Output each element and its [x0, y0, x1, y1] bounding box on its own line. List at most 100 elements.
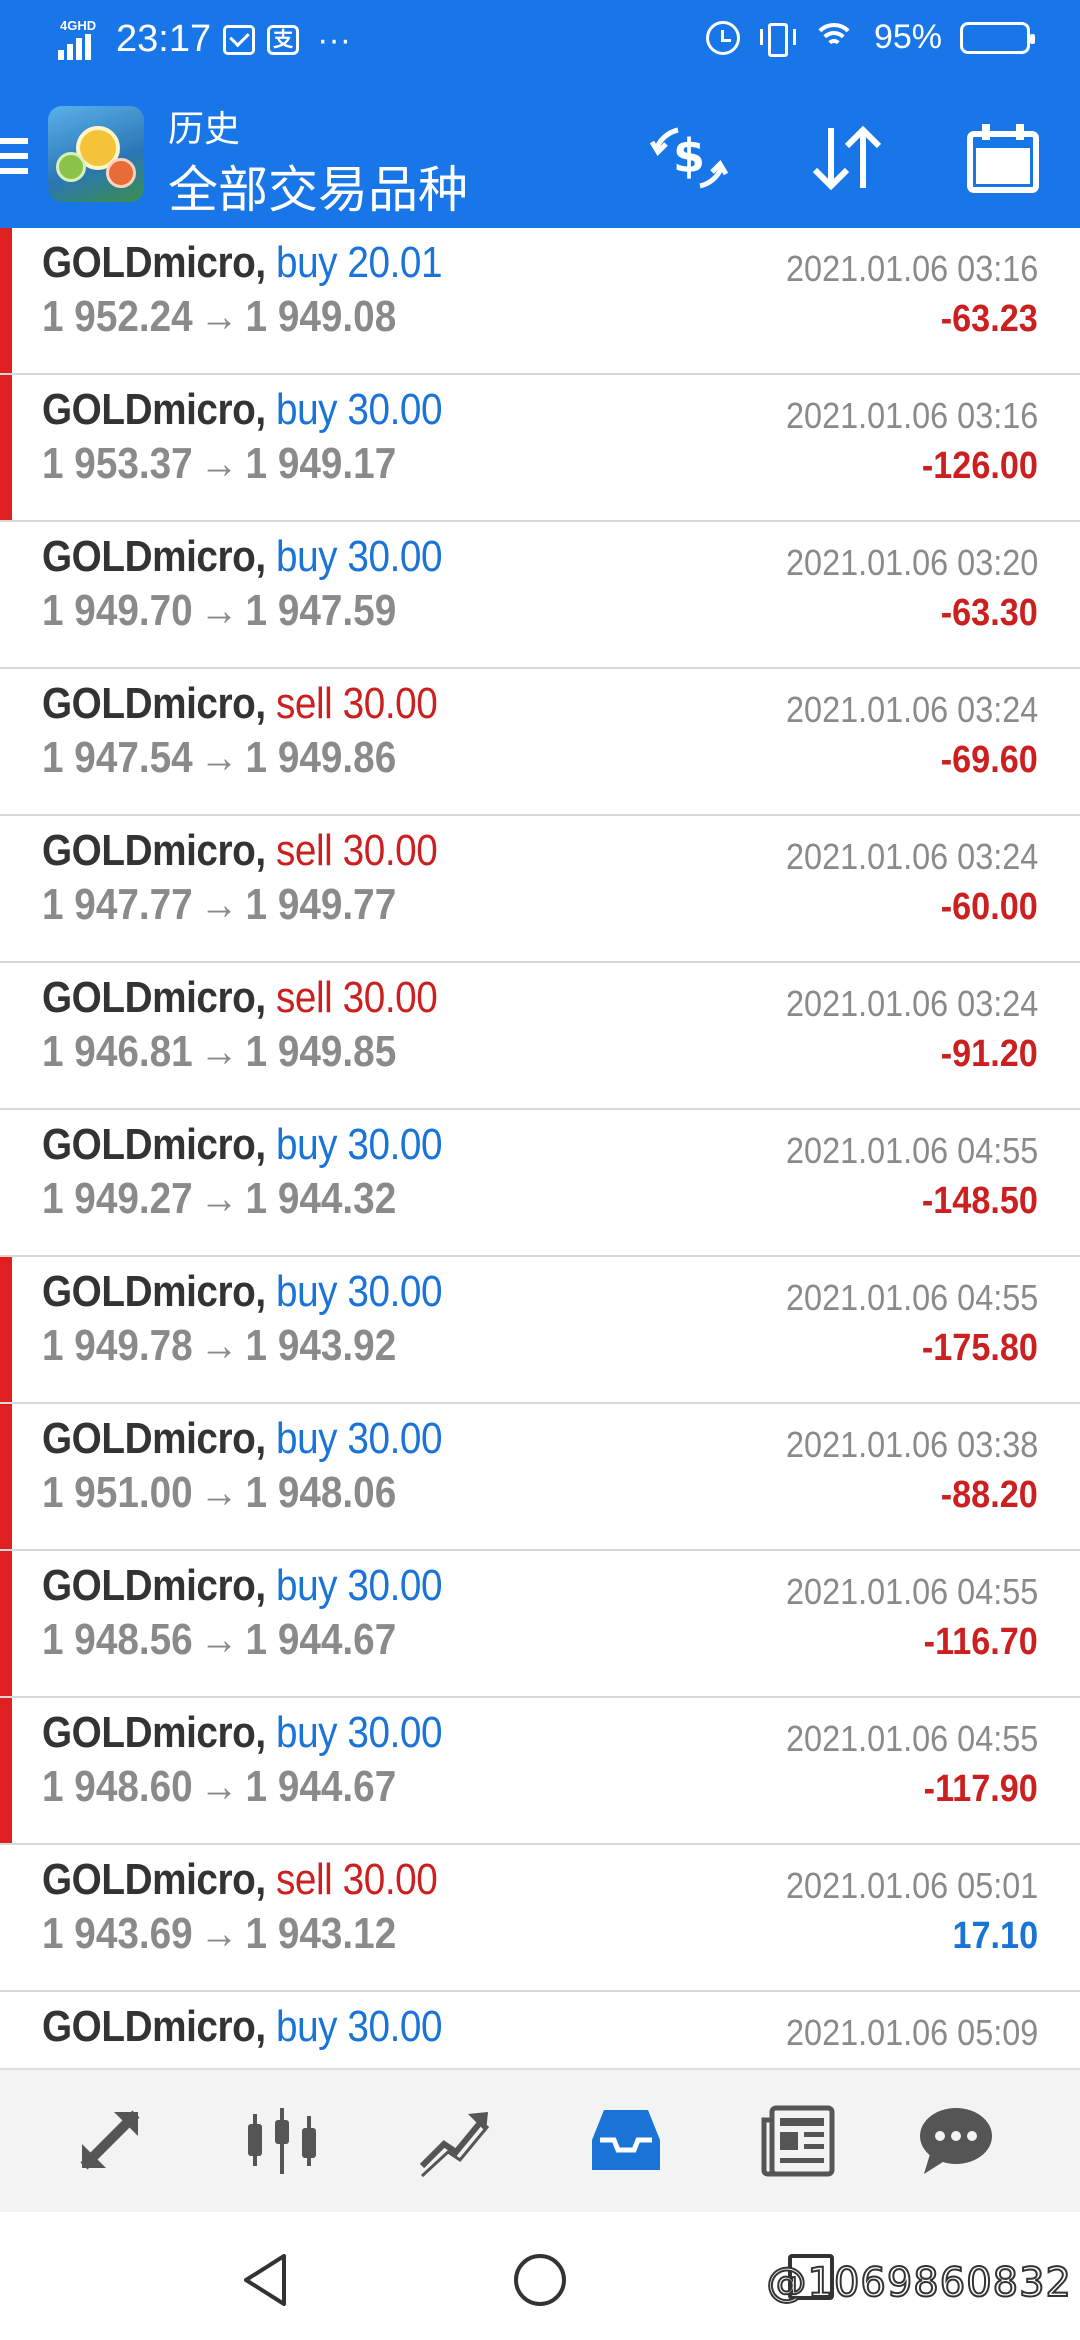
- trade-type-volume: buy 30.00: [275, 1414, 443, 1463]
- news-icon: [761, 2105, 835, 2177]
- bottom-navigation: [0, 2068, 1080, 2212]
- close-price: 1 949.77: [245, 880, 397, 929]
- trade-prices: 1 953.37 → 1 949.17: [42, 439, 396, 489]
- trade-time: 2021.01.06 03:16: [785, 395, 1038, 436]
- trade-type-volume: buy 30.00: [275, 532, 443, 581]
- trade-type-volume: buy 30.00: [275, 385, 443, 434]
- open-price: 1 943.69: [42, 1909, 193, 1958]
- app-logo[interactable]: [48, 106, 144, 202]
- open-price: 1 949.27: [42, 1174, 193, 1223]
- trade-type-volume: buy 30.00: [275, 1267, 443, 1316]
- nav-history[interactable]: [586, 2100, 666, 2180]
- arrow-right-icon: →: [199, 586, 239, 635]
- trade-row[interactable]: GOLDmicro, buy 30.00 1 949.27 → 1 944.32 202…: [0, 1110, 1080, 1257]
- open-price: 1 953.37: [42, 439, 193, 488]
- trade-title: GOLDmicro, buy 30.00: [42, 1120, 443, 1170]
- trade-profit: -63.23: [941, 298, 1038, 340]
- menu-icon[interactable]: [0, 138, 28, 174]
- nav-news[interactable]: [758, 2100, 838, 2180]
- symbol-filter-title[interactable]: 全部交易品种: [168, 150, 468, 222]
- payment-notification-icon: 支: [267, 24, 300, 55]
- arrow-right-icon: →: [199, 1615, 239, 1664]
- sort-icon[interactable]: [805, 120, 887, 196]
- trade-row[interactable]: GOLDmicro, sell 30.00 1 947.54 → 1 949.86 20…: [0, 669, 1080, 816]
- svg-text:$: $: [673, 129, 705, 183]
- trade-row[interactable]: GOLDmicro, buy 20.01 1 952.24 → 1 949.08 202…: [0, 228, 1080, 375]
- trend-icon: [419, 2112, 490, 2178]
- trade-row[interactable]: GOLDmicro, buy 30.00 1 949.70 → 1 947.59 202…: [0, 522, 1080, 669]
- open-price: 1 949.78: [42, 1321, 193, 1370]
- trade-prices: 1 947.54 → 1 949.86: [42, 733, 396, 783]
- trade-title: GOLDmicro, sell 30.00: [42, 973, 438, 1023]
- trade-row[interactable]: GOLDmicro, buy 30.00 1 948.56 → 1 944.67 202…: [0, 1551, 1080, 1698]
- trade-prices: 1 947.77 → 1 949.77: [42, 880, 396, 930]
- trade-row[interactable]: GOLDmicro, buy 30.00 2021.01.06 05:09: [0, 1992, 1080, 2068]
- nav-trade[interactable]: [414, 2100, 494, 2180]
- trade-prices: 1 946.81 → 1 949.85: [42, 1027, 396, 1077]
- trade-time: 2021.01.06 05:01: [785, 1865, 1038, 1906]
- open-price: 1 948.56: [42, 1615, 193, 1664]
- trade-prices: 1 951.00 → 1 948.06: [42, 1468, 396, 1518]
- trade-title: GOLDmicro, buy 20.01: [42, 238, 443, 288]
- close-price: 1 944.32: [245, 1174, 397, 1223]
- trade-symbol: GOLDmicro,: [42, 1708, 266, 1757]
- trade-profit: -63.30: [941, 592, 1038, 634]
- status-bar: 4GHD 23:17 支 ··· 95%: [0, 0, 1080, 84]
- trade-row[interactable]: GOLDmicro, sell 30.00 1 947.77 → 1 949.77 20…: [0, 816, 1080, 963]
- arrow-right-icon: →: [199, 439, 239, 488]
- alarm-icon: [705, 20, 740, 55]
- calendar-icon[interactable]: [962, 120, 1044, 196]
- trade-prices: 1 948.60 → 1 944.67: [42, 1762, 396, 1812]
- close-price: 1 949.86: [245, 733, 397, 782]
- trade-title: GOLDmicro, buy 30.00: [42, 1414, 443, 1464]
- nav-quotes[interactable]: [70, 2100, 150, 2180]
- open-price: 1 952.24: [42, 292, 193, 341]
- arrow-right-icon: →: [199, 880, 239, 929]
- trade-time: 2021.01.06 03:24: [785, 983, 1038, 1024]
- open-price: 1 951.00: [42, 1468, 193, 1517]
- trade-prices: 1 949.78 → 1 943.92: [42, 1321, 396, 1371]
- open-price: 1 948.60: [42, 1762, 193, 1811]
- trade-symbol: GOLDmicro,: [42, 1267, 266, 1316]
- trade-profit: 17.10: [952, 1915, 1038, 1957]
- trade-symbol: GOLDmicro,: [42, 1120, 266, 1169]
- trade-title: GOLDmicro, buy 30.00: [42, 1561, 443, 1611]
- trade-row[interactable]: GOLDmicro, buy 30.00 1 949.78 → 1 943.92 202…: [0, 1257, 1080, 1404]
- trade-row[interactable]: GOLDmicro, sell 30.00 1 943.69 → 1 943.12 20…: [0, 1845, 1080, 1992]
- trade-time: 2021.01.06 03:24: [785, 689, 1038, 730]
- trade-profit: -91.20: [941, 1033, 1038, 1075]
- arrow-right-icon: →: [199, 1762, 239, 1811]
- trade-title: GOLDmicro, buy 30.00: [42, 532, 443, 582]
- trade-symbol: GOLDmicro,: [42, 1414, 266, 1463]
- trade-title: GOLDmicro, buy 30.00: [42, 1267, 443, 1317]
- back-icon[interactable]: [240, 2252, 290, 2308]
- close-price: 1 948.06: [245, 1468, 397, 1517]
- currency-exchange-icon[interactable]: $: [648, 120, 730, 196]
- nav-chat[interactable]: [916, 2100, 996, 2180]
- home-icon[interactable]: [514, 2254, 566, 2306]
- arrow-right-icon: →: [199, 1468, 239, 1517]
- trade-row[interactable]: GOLDmicro, buy 30.00 1 948.60 → 1 944.67 202…: [0, 1698, 1080, 1845]
- trade-prices: 1 949.70 → 1 947.59: [42, 586, 396, 636]
- page-title: 历史: [168, 108, 241, 149]
- nav-chart[interactable]: [242, 2100, 322, 2180]
- more-notifications-icon: ···: [317, 20, 352, 59]
- trade-row[interactable]: GOLDmicro, sell 30.00 1 946.81 → 1 949.85 20…: [0, 963, 1080, 1110]
- trade-title: GOLDmicro, buy 30.00: [42, 1708, 443, 1758]
- arrow-right-icon: →: [199, 1027, 239, 1076]
- trade-row[interactable]: GOLDmicro, buy 30.00 1 951.00 → 1 948.06 202…: [0, 1404, 1080, 1551]
- trade-time: 2021.01.06 03:24: [785, 836, 1038, 877]
- arrow-right-icon: →: [199, 1321, 239, 1370]
- arrow-right-icon: →: [199, 1174, 239, 1223]
- trade-symbol: GOLDmicro,: [42, 532, 266, 581]
- trade-profit: -126.00: [921, 445, 1038, 487]
- trade-row[interactable]: GOLDmicro, buy 30.00 1 953.37 → 1 949.17 202…: [0, 375, 1080, 522]
- trade-time: 2021.01.06 05:09: [785, 2012, 1038, 2053]
- trade-history-list[interactable]: GOLDmicro, buy 20.01 1 952.24 → 1 949.08 202…: [0, 228, 1080, 2068]
- trade-title: GOLDmicro, sell 30.00: [42, 1855, 438, 1905]
- arrow-right-icon: →: [199, 733, 239, 782]
- open-price: 1 947.77: [42, 880, 193, 929]
- trade-symbol: GOLDmicro,: [42, 826, 266, 875]
- trade-profit: -117.90: [923, 1768, 1038, 1810]
- candlestick-icon: [248, 2108, 316, 2174]
